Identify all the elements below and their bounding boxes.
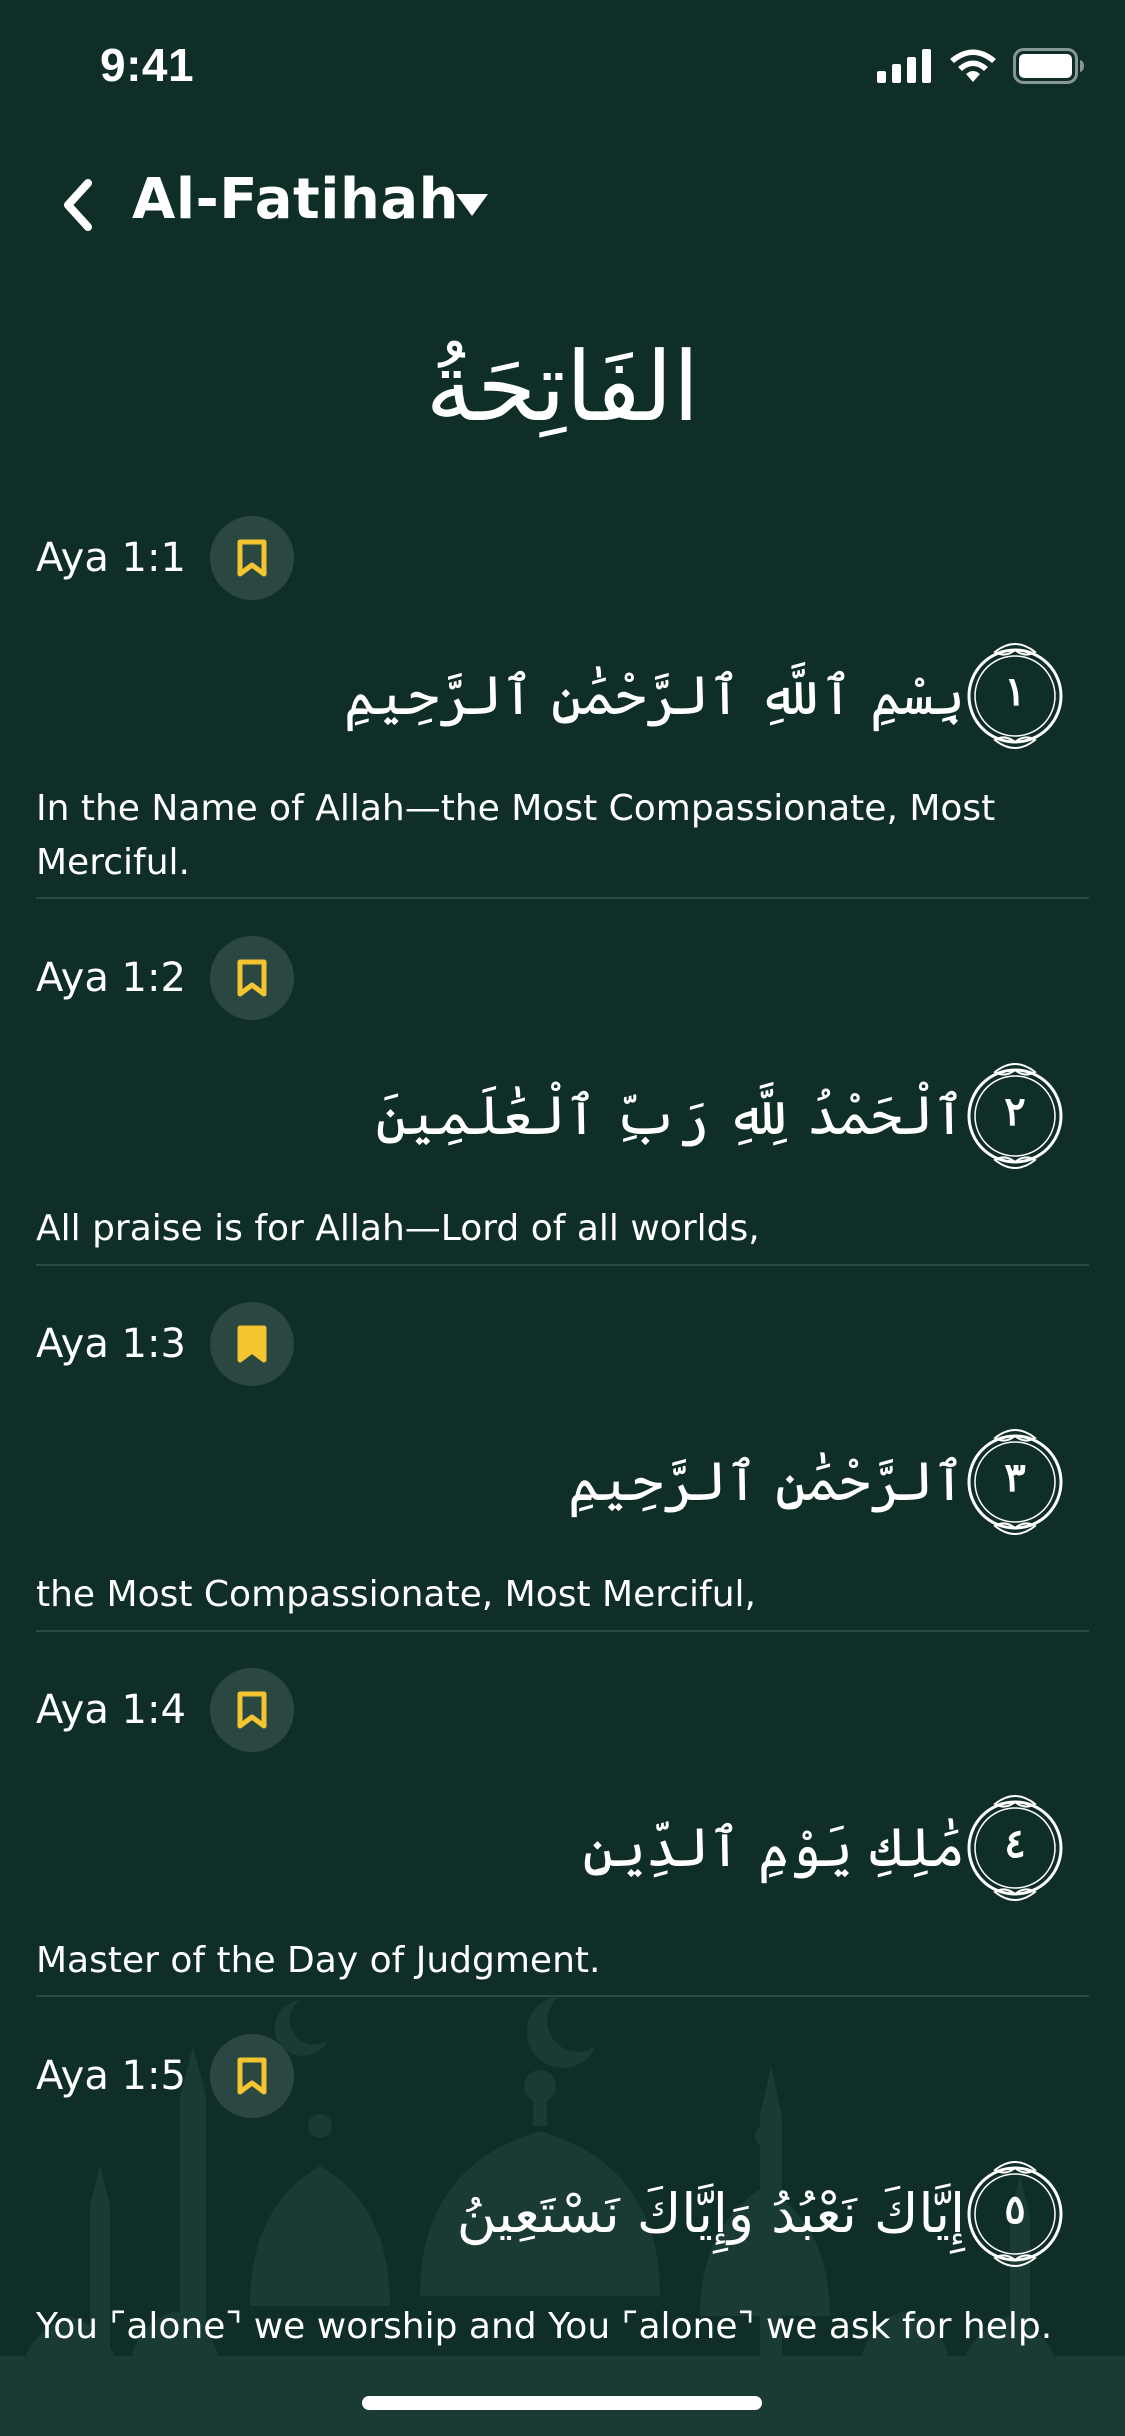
aya-number-marker: ٢: [965, 1056, 1065, 1176]
battery-icon: [1013, 48, 1084, 84]
bookmark-filled-icon: [237, 1325, 267, 1363]
header: Al-Fatihah: [0, 160, 1125, 250]
aya-arabic-text: مَٰلِكِ يَوْمِ ٱلدِّينِ: [582, 1816, 965, 1879]
aya-item: Aya 1:5 إِيَّاكَ نَعْبُدُ وَإِيَّاكَ نَس…: [36, 2034, 1089, 2354]
bookmark-button[interactable]: [209, 1668, 294, 1752]
aya-arabic-text: إِيَّاكَ نَعْبُدُ وَإِيَّاكَ نَسْتَعِينُ: [456, 2182, 965, 2245]
aya-divider: [36, 1630, 1089, 1632]
aya-header: Aya 1:1: [36, 516, 1089, 600]
aya-item: Aya 1:3 ٱلرَّحْمَٰنِ ٱلرَّحِيمِ ٣ the Mo…: [36, 1302, 1089, 1622]
aya-arabic-row: ٱلْحَمْدُ لِلَّهِ رَبِّ ٱلْعَٰلَمِينَ ٢: [36, 1056, 1089, 1176]
bookmark-outline-icon: [237, 1691, 267, 1729]
bookmark-outline-icon: [237, 2057, 267, 2095]
aya-arabic-text: بِسْمِ ٱللَّهِ ٱلرَّحْمَٰنِ ٱلرَّحِيمِ: [343, 664, 965, 727]
aya-arabic-row: ٱلرَّحْمَٰنِ ٱلرَّحِيمِ ٣: [36, 1422, 1089, 1542]
aya-translation: You ⌜alone⌝ we worship and You ⌜alone⌝ w…: [36, 2306, 1053, 2347]
aya-divider: [36, 1995, 1089, 1997]
bookmark-outline-icon: [237, 959, 267, 997]
bookmark-button[interactable]: [209, 936, 294, 1020]
aya-arabic-text: ٱلرَّحْمَٰنِ ٱلرَّحِيمِ: [568, 1450, 965, 1513]
aya-number-marker: ٥: [965, 2154, 1065, 2274]
wifi-icon: [950, 49, 996, 82]
aya-number: ٤: [1004, 1820, 1026, 1867]
aya-divider: [36, 1264, 1089, 1266]
aya-label: Aya 1:2: [36, 955, 186, 1001]
bookmark-button[interactable]: [209, 1302, 294, 1386]
bookmark-outline-icon: [237, 539, 267, 577]
aya-number-marker: ٣: [965, 1422, 1065, 1542]
chevron-left-icon: [64, 179, 92, 231]
aya-arabic-row: مَٰلِكِ يَوْمِ ٱلدِّينِ ٤: [36, 1788, 1089, 1908]
aya-header: Aya 1:5: [36, 2034, 1089, 2118]
aya-translation: the Most Compassionate, Most Merciful,: [36, 1574, 756, 1615]
aya-label: Aya 1:5: [36, 2053, 186, 2099]
aya-header: Aya 1:4: [36, 1668, 1089, 1752]
bookmark-button[interactable]: [209, 516, 294, 600]
aya-number: ٢: [1004, 1088, 1026, 1135]
aya-arabic-row: إِيَّاكَ نَعْبُدُ وَإِيَّاكَ نَسْتَعِينُ…: [36, 2154, 1089, 2274]
aya-arabic-text: ٱلْحَمْدُ لِلَّهِ رَبِّ ٱلْعَٰلَمِينَ: [375, 1084, 965, 1147]
aya-label: Aya 1:4: [36, 1687, 186, 1733]
aya-translation: All praise is for Allah—Lord of all worl…: [36, 1208, 760, 1249]
status-bar: 9:41: [0, 0, 1125, 140]
aya-label: Aya 1:3: [36, 1321, 186, 1367]
aya-header: Aya 1:2: [36, 936, 1089, 1020]
aya-divider: [36, 897, 1089, 899]
home-indicator[interactable]: [362, 2396, 762, 2410]
caret-down-icon[interactable]: [452, 190, 492, 220]
aya-number-marker: ٤: [965, 1788, 1065, 1908]
signal-icon: [877, 49, 931, 83]
aya-number: ٣: [1004, 1454, 1026, 1501]
aya-number: ١: [1004, 668, 1026, 715]
aya-translation: Master of the Day of Judgment.: [36, 1940, 601, 1981]
surah-arabic-title: الفَاتِحَةُ: [425, 331, 700, 443]
surah-name-title[interactable]: Al-Fatihah: [132, 172, 459, 228]
aya-item: Aya 1:1 بِسْمِ ٱللَّهِ ٱلرَّحْمَٰنِ ٱلرَ…: [36, 516, 1089, 890]
aya-label: Aya 1:1: [36, 535, 186, 581]
aya-translation: In the Name of Allah—the Most Compassion…: [36, 788, 996, 883]
back-button[interactable]: [48, 170, 108, 240]
aya-item: Aya 1:2 ٱلْحَمْدُ لِلَّهِ رَبِّ ٱلْعَٰلَ…: [36, 936, 1089, 1256]
aya-number: ٥: [1004, 2186, 1026, 2233]
aya-number-marker: ١: [965, 636, 1065, 756]
status-time: 9:41: [100, 39, 195, 91]
aya-header: Aya 1:3: [36, 1302, 1089, 1386]
status-icons: [877, 48, 1085, 84]
bookmark-button[interactable]: [209, 2034, 294, 2118]
aya-item: Aya 1:4 مَٰلِكِ يَوْمِ ٱلدِّينِ ٤ Master…: [36, 1668, 1089, 1988]
aya-arabic-row: بِسْمِ ٱللَّهِ ٱلرَّحْمَٰنِ ٱلرَّحِيمِ ١: [36, 636, 1089, 756]
